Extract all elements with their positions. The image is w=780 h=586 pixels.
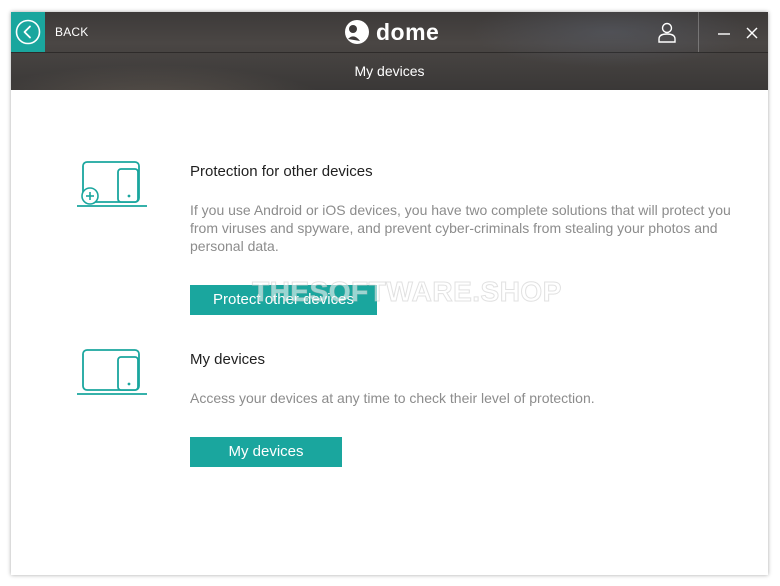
minimize-icon	[718, 33, 730, 35]
logo-text: dome	[376, 18, 440, 45]
section-description-protection: If you use Android or iOS devices, you h…	[190, 202, 731, 254]
close-button[interactable]	[744, 25, 760, 41]
panda-logo-icon	[345, 20, 369, 44]
add-devices-icon	[77, 161, 147, 207]
close-icon	[746, 27, 758, 39]
section-description-my-devices: Access your devices at any time to check…	[190, 390, 595, 406]
devices-icon	[77, 349, 147, 395]
header-separator	[698, 12, 699, 52]
my-devices-button[interactable]: My devices	[190, 437, 342, 467]
chevron-left-circle-icon	[15, 19, 41, 45]
header-bar: BACK dome My devices	[11, 12, 768, 90]
minimize-button[interactable]	[716, 25, 732, 41]
back-button[interactable]	[11, 12, 45, 52]
logo: dome	[344, 18, 439, 46]
protect-other-devices-button[interactable]: Protect other devices	[190, 285, 377, 315]
user-icon	[658, 22, 676, 43]
section-title-protection: Protection for other devices	[190, 163, 373, 180]
app-window: BACK dome My devices Protection for othe…	[11, 12, 768, 575]
user-account-button[interactable]	[656, 21, 678, 43]
page-title: My devices	[354, 63, 425, 79]
section-title-my-devices: My devices	[190, 351, 266, 368]
back-label[interactable]: BACK	[55, 25, 88, 39]
